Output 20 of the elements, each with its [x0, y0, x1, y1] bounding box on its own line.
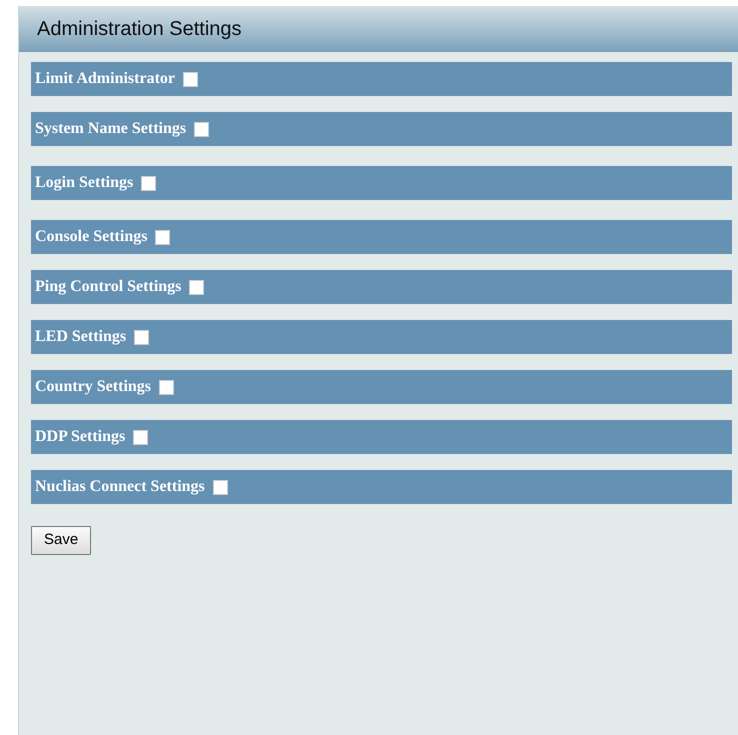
section-label: Nuclias Connect Settings	[35, 477, 205, 497]
section-checkbox[interactable]	[194, 122, 210, 136]
section-checkbox[interactable]	[155, 230, 170, 244]
section-label: Console Settings	[35, 227, 148, 247]
section-label: System Name Settings	[35, 119, 186, 139]
panel-title: Administration Settings	[37, 16, 242, 42]
section-checkbox[interactable]	[159, 380, 174, 394]
section-checkbox[interactable]	[189, 280, 204, 294]
section-label: DDP Settings	[35, 427, 126, 447]
section-label: Ping Control Settings	[35, 277, 182, 297]
section-checkbox[interactable]	[183, 72, 198, 86]
section-checkbox[interactable]	[141, 176, 156, 190]
section-checkbox[interactable]	[133, 430, 148, 444]
section-checkbox[interactable]	[134, 330, 150, 344]
section-label: Limit Administrator	[35, 69, 175, 89]
save-button[interactable]: Save	[31, 526, 92, 554]
section-label: LED Settings	[35, 327, 126, 347]
section-label: Country Settings	[35, 377, 152, 397]
section-checkbox[interactable]	[212, 480, 228, 494]
section-label: Login Settings	[35, 173, 134, 193]
